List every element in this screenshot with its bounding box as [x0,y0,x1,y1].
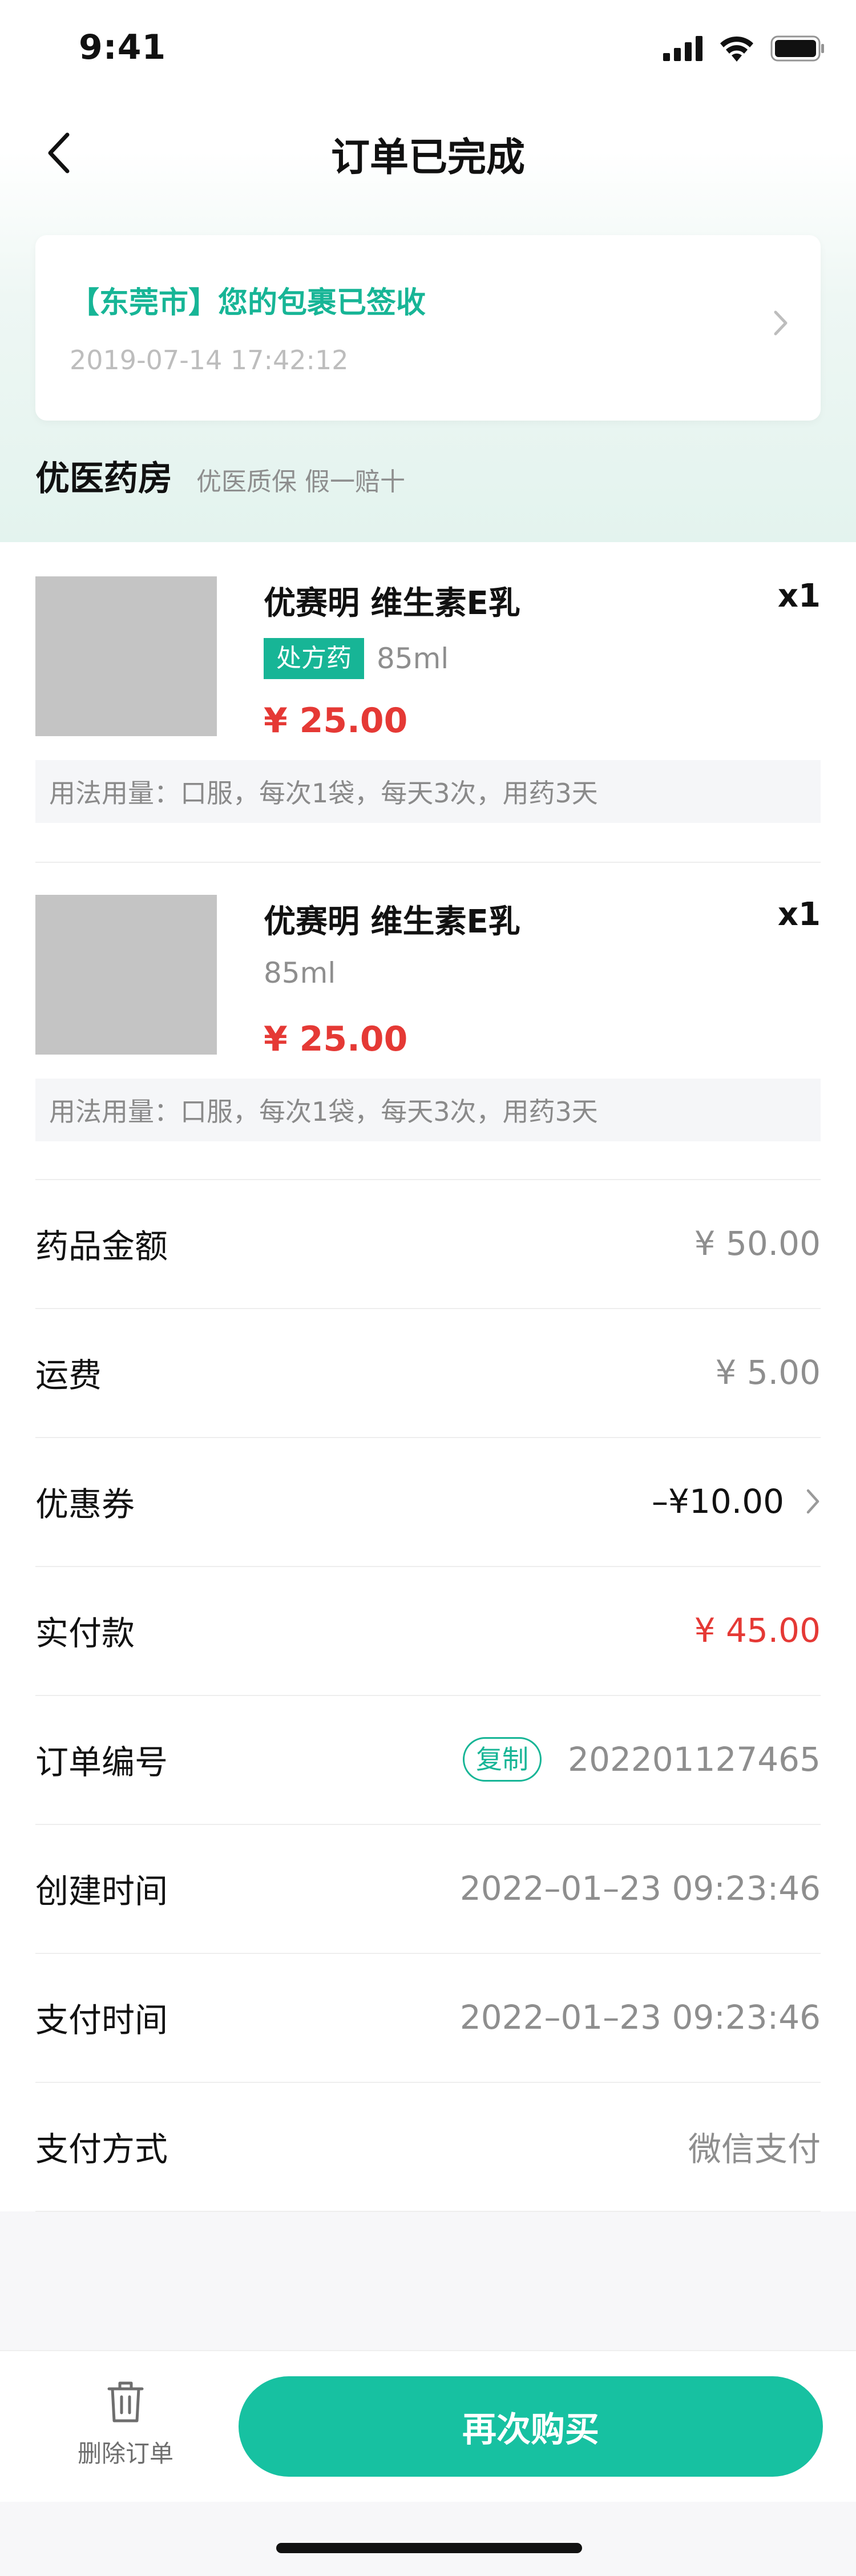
product-name: 优赛明 维生素E乳 [264,903,520,940]
product-name: 优赛明 维生素E乳 [264,585,520,622]
coupon-row[interactable]: 优惠券 –¥10.00 [35,1437,821,1566]
store-tags: 优医质保 假一赔十 [196,467,405,496]
shipping-value: ¥ 5.00 [715,1353,821,1392]
logistics-time: 2019-07-14 17:42:12 [70,345,349,376]
home-indicator [276,2543,582,2553]
divider [35,2211,821,2212]
product-image [35,895,217,1055]
chevron-right-icon [806,1488,821,1515]
wifi-icon [720,36,753,62]
created-time-value: 2022–01–23 09:23:46 [459,1869,821,1908]
delete-order-button[interactable]: 删除订单 [57,2380,194,2482]
order-number-row: 订单编号 复制 202201127465 [35,1695,821,1824]
coupon-value: –¥10.00 [652,1482,784,1521]
pay-method-value: 微信支付 [688,2130,821,2169]
created-time-label: 创建时间 [35,1872,168,1911]
product-image [35,576,217,736]
page-title: 订单已完成 [330,135,525,180]
product-spec: 85ml [377,642,449,675]
product-quantity: x1 [777,896,821,933]
cellular-signal-icon [663,36,702,61]
chevron-right-icon [773,309,789,339]
status-icons [663,35,825,62]
pay-time-value: 2022–01–23 09:23:46 [459,1998,821,2037]
paid-value: ¥ 45.00 [694,1611,821,1650]
product-meta: 处方药 85ml [264,638,449,679]
product-spec: 85ml [264,956,336,990]
status-time: 9:41 [79,27,167,67]
order-number-label: 订单编号 [35,1743,168,1782]
logistics-card[interactable]: 【东莞市】您的包裹已签收 2019-07-14 17:42:12 [35,235,821,421]
coupon-label: 优惠券 [35,1485,135,1524]
product-quantity: x1 [777,578,821,615]
paid-label: 实付款 [35,1614,135,1653]
usage-text: 用法用量：口服，每次1袋，每天3次，用药3天 [49,778,598,809]
order-number-wrap: 复制 202201127465 [463,1737,821,1782]
copy-button[interactable]: 复制 [463,1737,542,1782]
battery-icon [770,35,824,62]
product-price: ¥ 25.00 [264,1019,408,1059]
shipping-label: 运费 [35,1356,102,1395]
drug-amount-value: ¥ 50.00 [694,1224,821,1263]
pay-method-row: 支付方式 微信支付 [35,2082,821,2211]
status-bar: 9:41 [0,0,856,97]
coupon-value-wrap: –¥10.00 [652,1482,821,1521]
created-time-row: 创建时间 2022–01–23 09:23:46 [35,1824,821,1953]
order-number-value: 202201127465 [568,1740,821,1779]
paid-row: 实付款 ¥ 45.00 [35,1566,821,1695]
pay-time-label: 支付时间 [35,2001,168,2040]
prescription-tag: 处方药 [264,638,364,679]
pay-time-row: 支付时间 2022–01–23 09:23:46 [35,1953,821,2082]
drug-amount-label: 药品金额 [35,1227,168,1266]
store-header: 优医药房 优医质保 假一赔十 [35,451,405,508]
product-item[interactable]: 优赛明 维生素E乳 x1 85ml ¥ 25.00 用法用量：口服，每次1袋，每… [35,861,821,1152]
usage-text: 用法用量：口服，每次1袋，每天3次，用药3天 [49,1096,598,1127]
usage-instructions: 用法用量：口服，每次1袋，每天3次，用药3天 [35,760,821,823]
store-name: 优医药房 [35,459,172,499]
buy-again-button[interactable]: 再次购买 [239,2376,823,2477]
logistics-message: 【东莞市】您的包裹已签收 [70,286,426,320]
usage-instructions: 用法用量：口服，每次1袋，每天3次，用药3天 [35,1079,821,1141]
product-meta: 85ml [264,956,336,990]
bottom-action-bar: 删除订单 再次购买 [0,2350,856,2502]
nav-bar: 订单已完成 [0,108,856,194]
drug-amount-row: 药品金额 ¥ 50.00 [35,1179,821,1308]
product-item[interactable]: 优赛明 维生素E乳 x1 处方药 85ml ¥ 25.00 用法用量：口服，每次… [35,542,821,833]
shipping-row: 运费 ¥ 5.00 [35,1308,821,1437]
pay-method-label: 支付方式 [35,2130,168,2169]
trash-icon [107,2381,144,2422]
product-price: ¥ 25.00 [264,701,408,741]
delete-order-label: 删除订单 [77,2440,173,2468]
